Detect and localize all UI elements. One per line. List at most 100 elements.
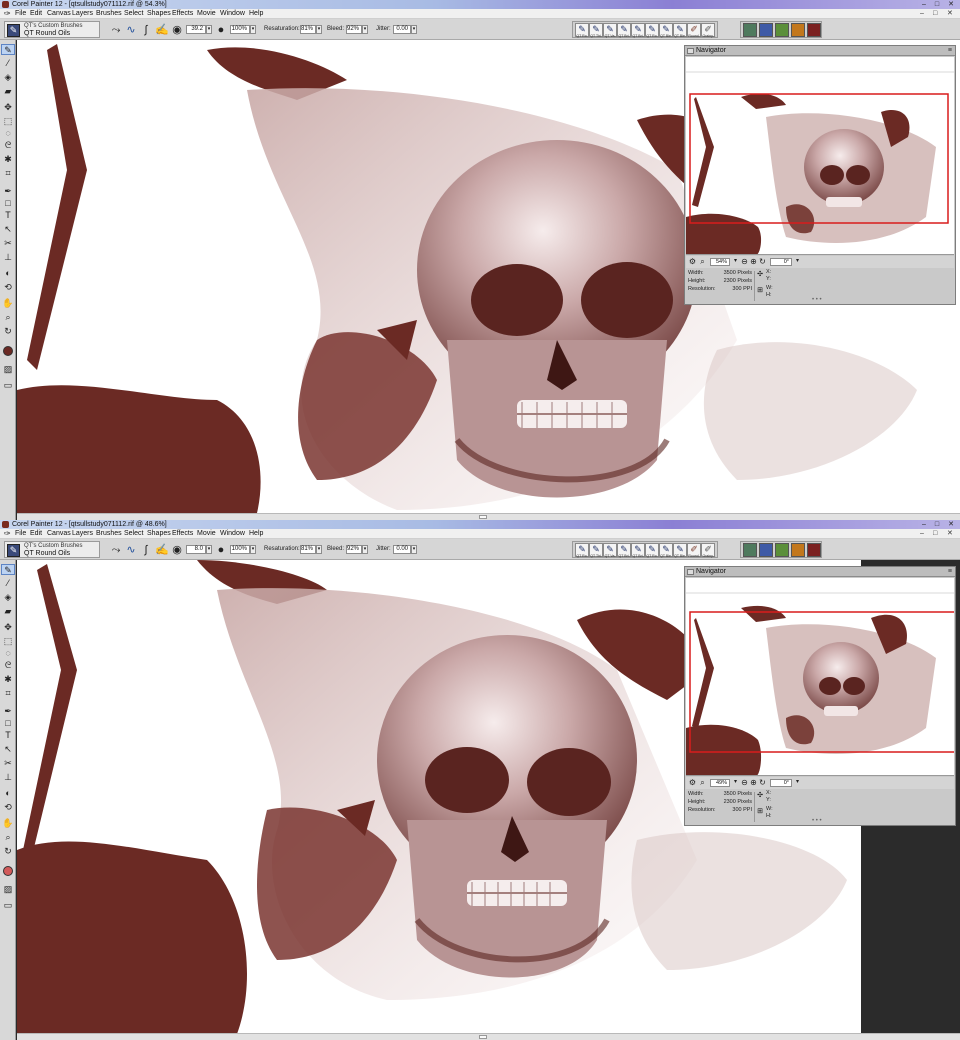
navigator-zoom-field[interactable]: 54% bbox=[710, 258, 730, 266]
menu-file[interactable]: File bbox=[15, 9, 26, 19]
shape-selection-icon[interactable]: ↖ bbox=[1, 744, 15, 755]
palette-plugin-icon[interactable] bbox=[775, 543, 789, 557]
rotate-icon[interactable]: ↻ bbox=[758, 257, 767, 266]
palette-effect-icon[interactable] bbox=[759, 543, 773, 557]
cloner-tool-icon[interactable]: ✂ bbox=[1, 758, 15, 769]
magic-wand-icon[interactable]: ✱ bbox=[1, 674, 15, 685]
navigator-settings-icon[interactable]: ⚙ bbox=[688, 257, 697, 266]
zoom-dropdown[interactable]: ▾ bbox=[731, 257, 740, 266]
bleed-dropdown[interactable]: ▾ bbox=[362, 545, 368, 554]
menu-canvas[interactable]: Canvas bbox=[47, 9, 71, 19]
mirror-paint-icon[interactable]: ⟲ bbox=[1, 802, 15, 813]
palette-brush-9[interactable]: ✐ Round... bbox=[687, 543, 702, 558]
menu-shapes[interactable]: Shapes bbox=[147, 529, 171, 539]
grabber-tool-icon[interactable]: ✋ bbox=[1, 298, 15, 309]
stroke-type-line-icon[interactable]: ∫ bbox=[140, 24, 152, 36]
rubber-stamp-icon[interactable]: ⊥ bbox=[1, 772, 15, 783]
crop-tool-icon[interactable]: ⌗ bbox=[1, 168, 15, 179]
close-button[interactable]: ✕ bbox=[945, 1, 957, 8]
dropper-tool-icon[interactable]: ⁄ bbox=[1, 578, 15, 589]
brush-tool-icon[interactable]: ✎ bbox=[1, 44, 15, 55]
jitter-dropdown[interactable]: ▾ bbox=[411, 25, 417, 34]
opacity-field[interactable]: 100% bbox=[230, 545, 250, 554]
jitter-field[interactable]: 0.00 bbox=[393, 545, 411, 554]
palette-brush-4[interactable]: ✎ QT Bri... bbox=[617, 23, 631, 38]
opacity-field[interactable]: 100% bbox=[230, 25, 250, 34]
menu-effects[interactable]: Effects bbox=[172, 529, 193, 539]
mirror-paint-icon[interactable]: ⟲ bbox=[1, 282, 15, 293]
opacity-dropdown[interactable]: ▾ bbox=[250, 25, 256, 34]
doc-maximize-button[interactable]: □ bbox=[933, 9, 937, 19]
navigator-header[interactable]: Navigator ≡ bbox=[685, 46, 955, 56]
panel-resize-grip[interactable]: • • • bbox=[812, 297, 822, 303]
horizontal-scrollbar[interactable] bbox=[17, 513, 960, 520]
brush-size-field[interactable]: 39.2 bbox=[186, 25, 206, 34]
media-selector-icon[interactable]: ▭ bbox=[1, 900, 15, 911]
close-button[interactable]: ✕ bbox=[945, 521, 957, 528]
jitter-field[interactable]: 0.00 bbox=[393, 25, 411, 34]
rotate-page-icon[interactable]: ↻ bbox=[1, 846, 15, 857]
cloner-tool-icon[interactable]: ✂ bbox=[1, 238, 15, 249]
bleed-field[interactable]: 92% bbox=[346, 545, 362, 554]
zoom-in-icon[interactable]: ⊕ bbox=[749, 257, 758, 266]
brush-size-dropdown[interactable]: ▾ bbox=[206, 545, 212, 554]
bleed-dropdown[interactable]: ▾ bbox=[362, 25, 368, 34]
palette-brush-8[interactable]: ✎ QT Ble... bbox=[673, 23, 688, 38]
dropper-tool-icon[interactable]: ⁄ bbox=[1, 58, 15, 69]
pen-tool-icon[interactable]: ✒ bbox=[1, 706, 15, 717]
shape-selection-icon[interactable]: ↖ bbox=[1, 224, 15, 235]
paper-selector-icon[interactable]: ▨ bbox=[1, 884, 15, 895]
brush-size-dropdown[interactable]: ▾ bbox=[206, 25, 212, 34]
reset-brush-icon[interactable]: ⤳ bbox=[110, 544, 122, 556]
text-tool-icon[interactable]: T bbox=[1, 210, 15, 221]
palette-brush-2[interactable]: ✎ QT Thi... bbox=[589, 543, 604, 558]
rectangle-shape-icon[interactable]: □ bbox=[1, 718, 15, 729]
grabber-tool-icon[interactable]: ✋ bbox=[1, 818, 15, 829]
media-selector-icon[interactable]: ▭ bbox=[1, 380, 15, 391]
palette-color-icon[interactable] bbox=[791, 543, 805, 557]
paint-bucket-icon[interactable]: ◈ bbox=[1, 72, 15, 83]
menu-file[interactable]: File bbox=[15, 529, 26, 539]
navigator-settings-icon[interactable]: ⚙ bbox=[688, 778, 697, 787]
rubber-stamp-icon[interactable]: ⊥ bbox=[1, 252, 15, 263]
palette-brush-7[interactable]: ✎ QT Ble... bbox=[659, 23, 674, 38]
main-color-swatch[interactable] bbox=[3, 866, 13, 876]
palette-plugin-icon[interactable] bbox=[775, 23, 789, 37]
zoom-in-icon[interactable]: ⊕ bbox=[749, 778, 758, 787]
text-tool-icon[interactable]: T bbox=[1, 730, 15, 741]
doc-maximize-button[interactable]: □ bbox=[933, 529, 937, 539]
jitter-dropdown[interactable]: ▾ bbox=[411, 545, 417, 554]
paper-selector-icon[interactable]: ▨ bbox=[1, 364, 15, 375]
palette-brush-8[interactable]: ✎ QT Ble... bbox=[673, 543, 688, 558]
app-menu-icon[interactable]: ✑ bbox=[4, 529, 11, 539]
doc-close-button[interactable]: ✕ bbox=[947, 529, 953, 539]
doc-close-button[interactable]: ✕ bbox=[947, 9, 953, 19]
rotation-dropdown[interactable]: ▾ bbox=[793, 778, 802, 787]
lasso-icon[interactable]: ᘓ bbox=[1, 660, 15, 671]
palette-color-icon[interactable] bbox=[791, 23, 805, 37]
eraser-tool-icon[interactable]: ▰ bbox=[1, 86, 15, 97]
menu-help[interactable]: Help bbox=[249, 529, 263, 539]
rect-select-icon[interactable]: ⬚ bbox=[1, 636, 15, 647]
palette-brush-10[interactable]: ✐ Grainy... bbox=[701, 23, 715, 38]
palette-brush-icon[interactable] bbox=[807, 23, 821, 37]
panel-grip-icon[interactable] bbox=[687, 48, 694, 54]
resaturation-field[interactable]: 81% bbox=[300, 25, 316, 34]
menu-movie[interactable]: Movie bbox=[197, 529, 216, 539]
palette-brush-9[interactable]: ✐ Round... bbox=[687, 23, 702, 38]
layer-adjuster-icon[interactable]: ✥ bbox=[1, 102, 15, 113]
menu-edit[interactable]: Edit bbox=[30, 9, 42, 19]
resaturation-dropdown[interactable]: ▾ bbox=[316, 545, 322, 554]
menu-layers[interactable]: Layers bbox=[72, 529, 93, 539]
menu-select[interactable]: Select bbox=[124, 529, 143, 539]
resaturation-field[interactable]: 81% bbox=[300, 545, 316, 554]
panel-resize-grip[interactable]: • • • bbox=[812, 818, 822, 824]
menu-select[interactable]: Select bbox=[124, 9, 143, 19]
navigator-preview[interactable] bbox=[686, 57, 954, 255]
magic-wand-icon[interactable]: ✱ bbox=[1, 154, 15, 165]
palette-brush-1[interactable]: ✎ QT Ro... bbox=[575, 543, 590, 558]
panel-menu-icon[interactable]: ≡ bbox=[948, 567, 952, 577]
menu-window[interactable]: Window bbox=[220, 529, 245, 539]
layer-adjuster-icon[interactable]: ✥ bbox=[1, 622, 15, 633]
doc-minimize-button[interactable]: – bbox=[920, 9, 924, 19]
